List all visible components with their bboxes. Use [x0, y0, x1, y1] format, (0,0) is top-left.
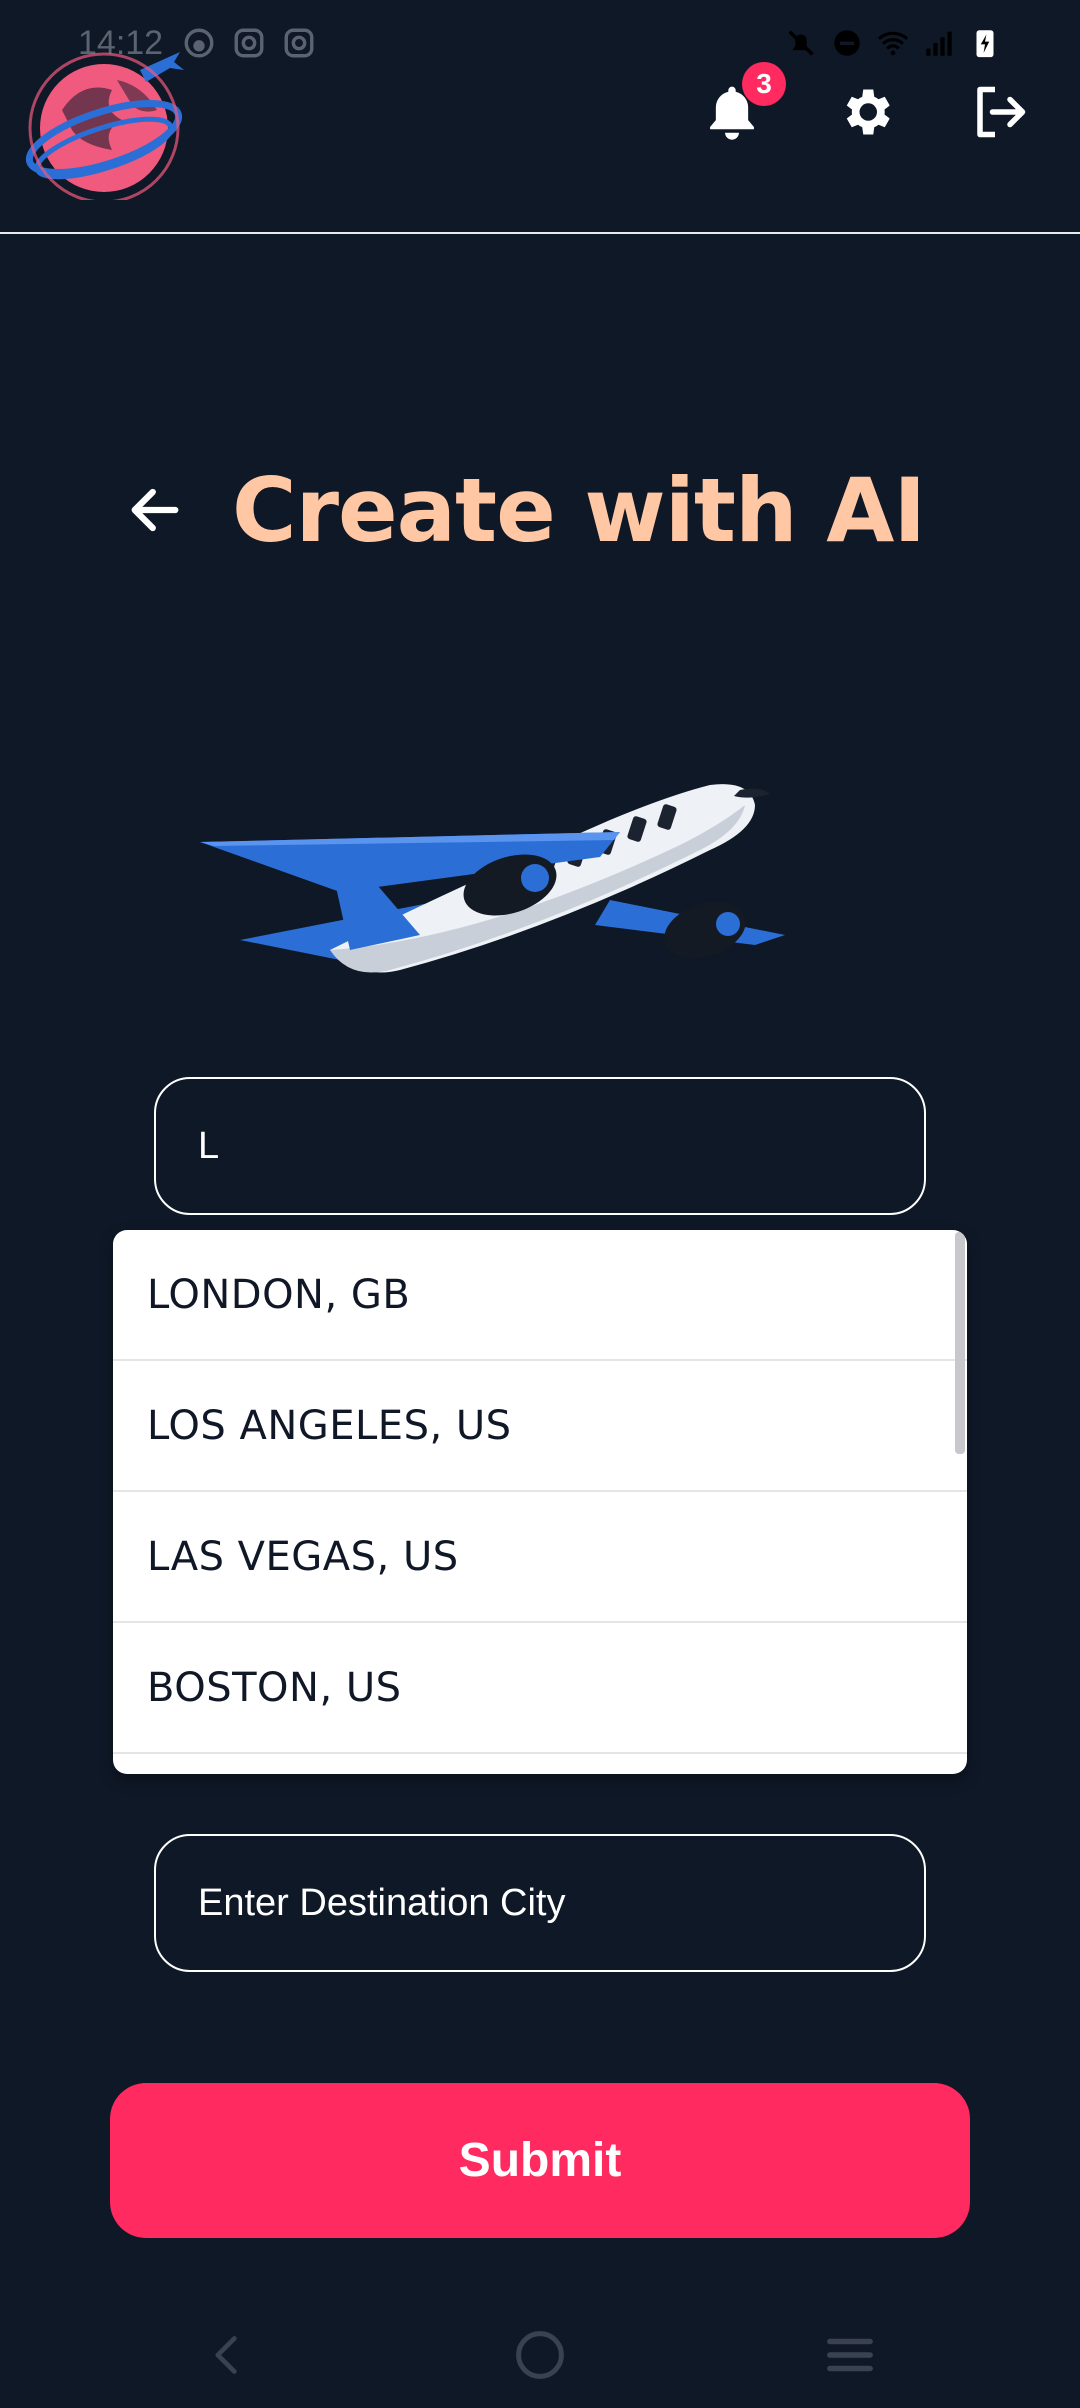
suggestion-item[interactable]: LOS ANGELES, US — [113, 1361, 967, 1492]
logout-icon — [977, 86, 1026, 138]
title-row: Create with AI — [124, 450, 926, 570]
notification-badge: 3 — [742, 62, 786, 106]
suggestion-item[interactable]: BOSTON, US — [113, 1623, 967, 1754]
header-actions: 3 — [700, 62, 1032, 144]
suggestion-label: LOS ANGELES, US — [147, 1402, 512, 1449]
circle-home-icon — [516, 2331, 564, 2379]
suggestion-label: BOSTON, US — [147, 1664, 402, 1711]
back-button[interactable] — [124, 479, 186, 541]
submit-button[interactable]: Submit — [110, 2083, 970, 2238]
app-header: 3 — [0, 0, 1080, 234]
suggestion-item[interactable]: LAS VEGAS, US — [113, 1492, 967, 1623]
chevron-left-icon — [215, 2336, 237, 2374]
suggestion-item[interactable]: LONDON, GB — [113, 1230, 967, 1361]
gear-icon — [846, 89, 890, 135]
logout-button[interactable] — [968, 80, 1032, 144]
settings-button[interactable] — [834, 80, 898, 144]
suggestion-label: LONDON, GB — [147, 1271, 411, 1318]
airplane-illustration — [200, 784, 785, 973]
menu-icon — [827, 2338, 873, 2372]
suggestion-label: LAS VEGAS, US — [147, 1533, 459, 1580]
header-divider — [0, 232, 1080, 234]
page-title: Create with AI — [232, 458, 926, 562]
arrow-left-icon — [131, 488, 179, 532]
nav-recents-button[interactable] — [815, 2320, 885, 2390]
city-suggestions-dropdown[interactable]: LONDON, GB LOS ANGELES, US LAS VEGAS, US… — [113, 1230, 967, 1774]
origin-city-input[interactable] — [154, 1077, 926, 1215]
dropdown-scrollbar[interactable] — [955, 1232, 965, 1454]
destination-city-input[interactable] — [154, 1834, 926, 1972]
nav-home-button[interactable] — [505, 2320, 575, 2390]
system-nav-bar — [0, 2300, 1080, 2408]
nav-back-button[interactable] — [192, 2320, 262, 2390]
globe-airplane-logo[interactable] — [22, 40, 192, 200]
notifications-button[interactable]: 3 — [700, 62, 786, 144]
